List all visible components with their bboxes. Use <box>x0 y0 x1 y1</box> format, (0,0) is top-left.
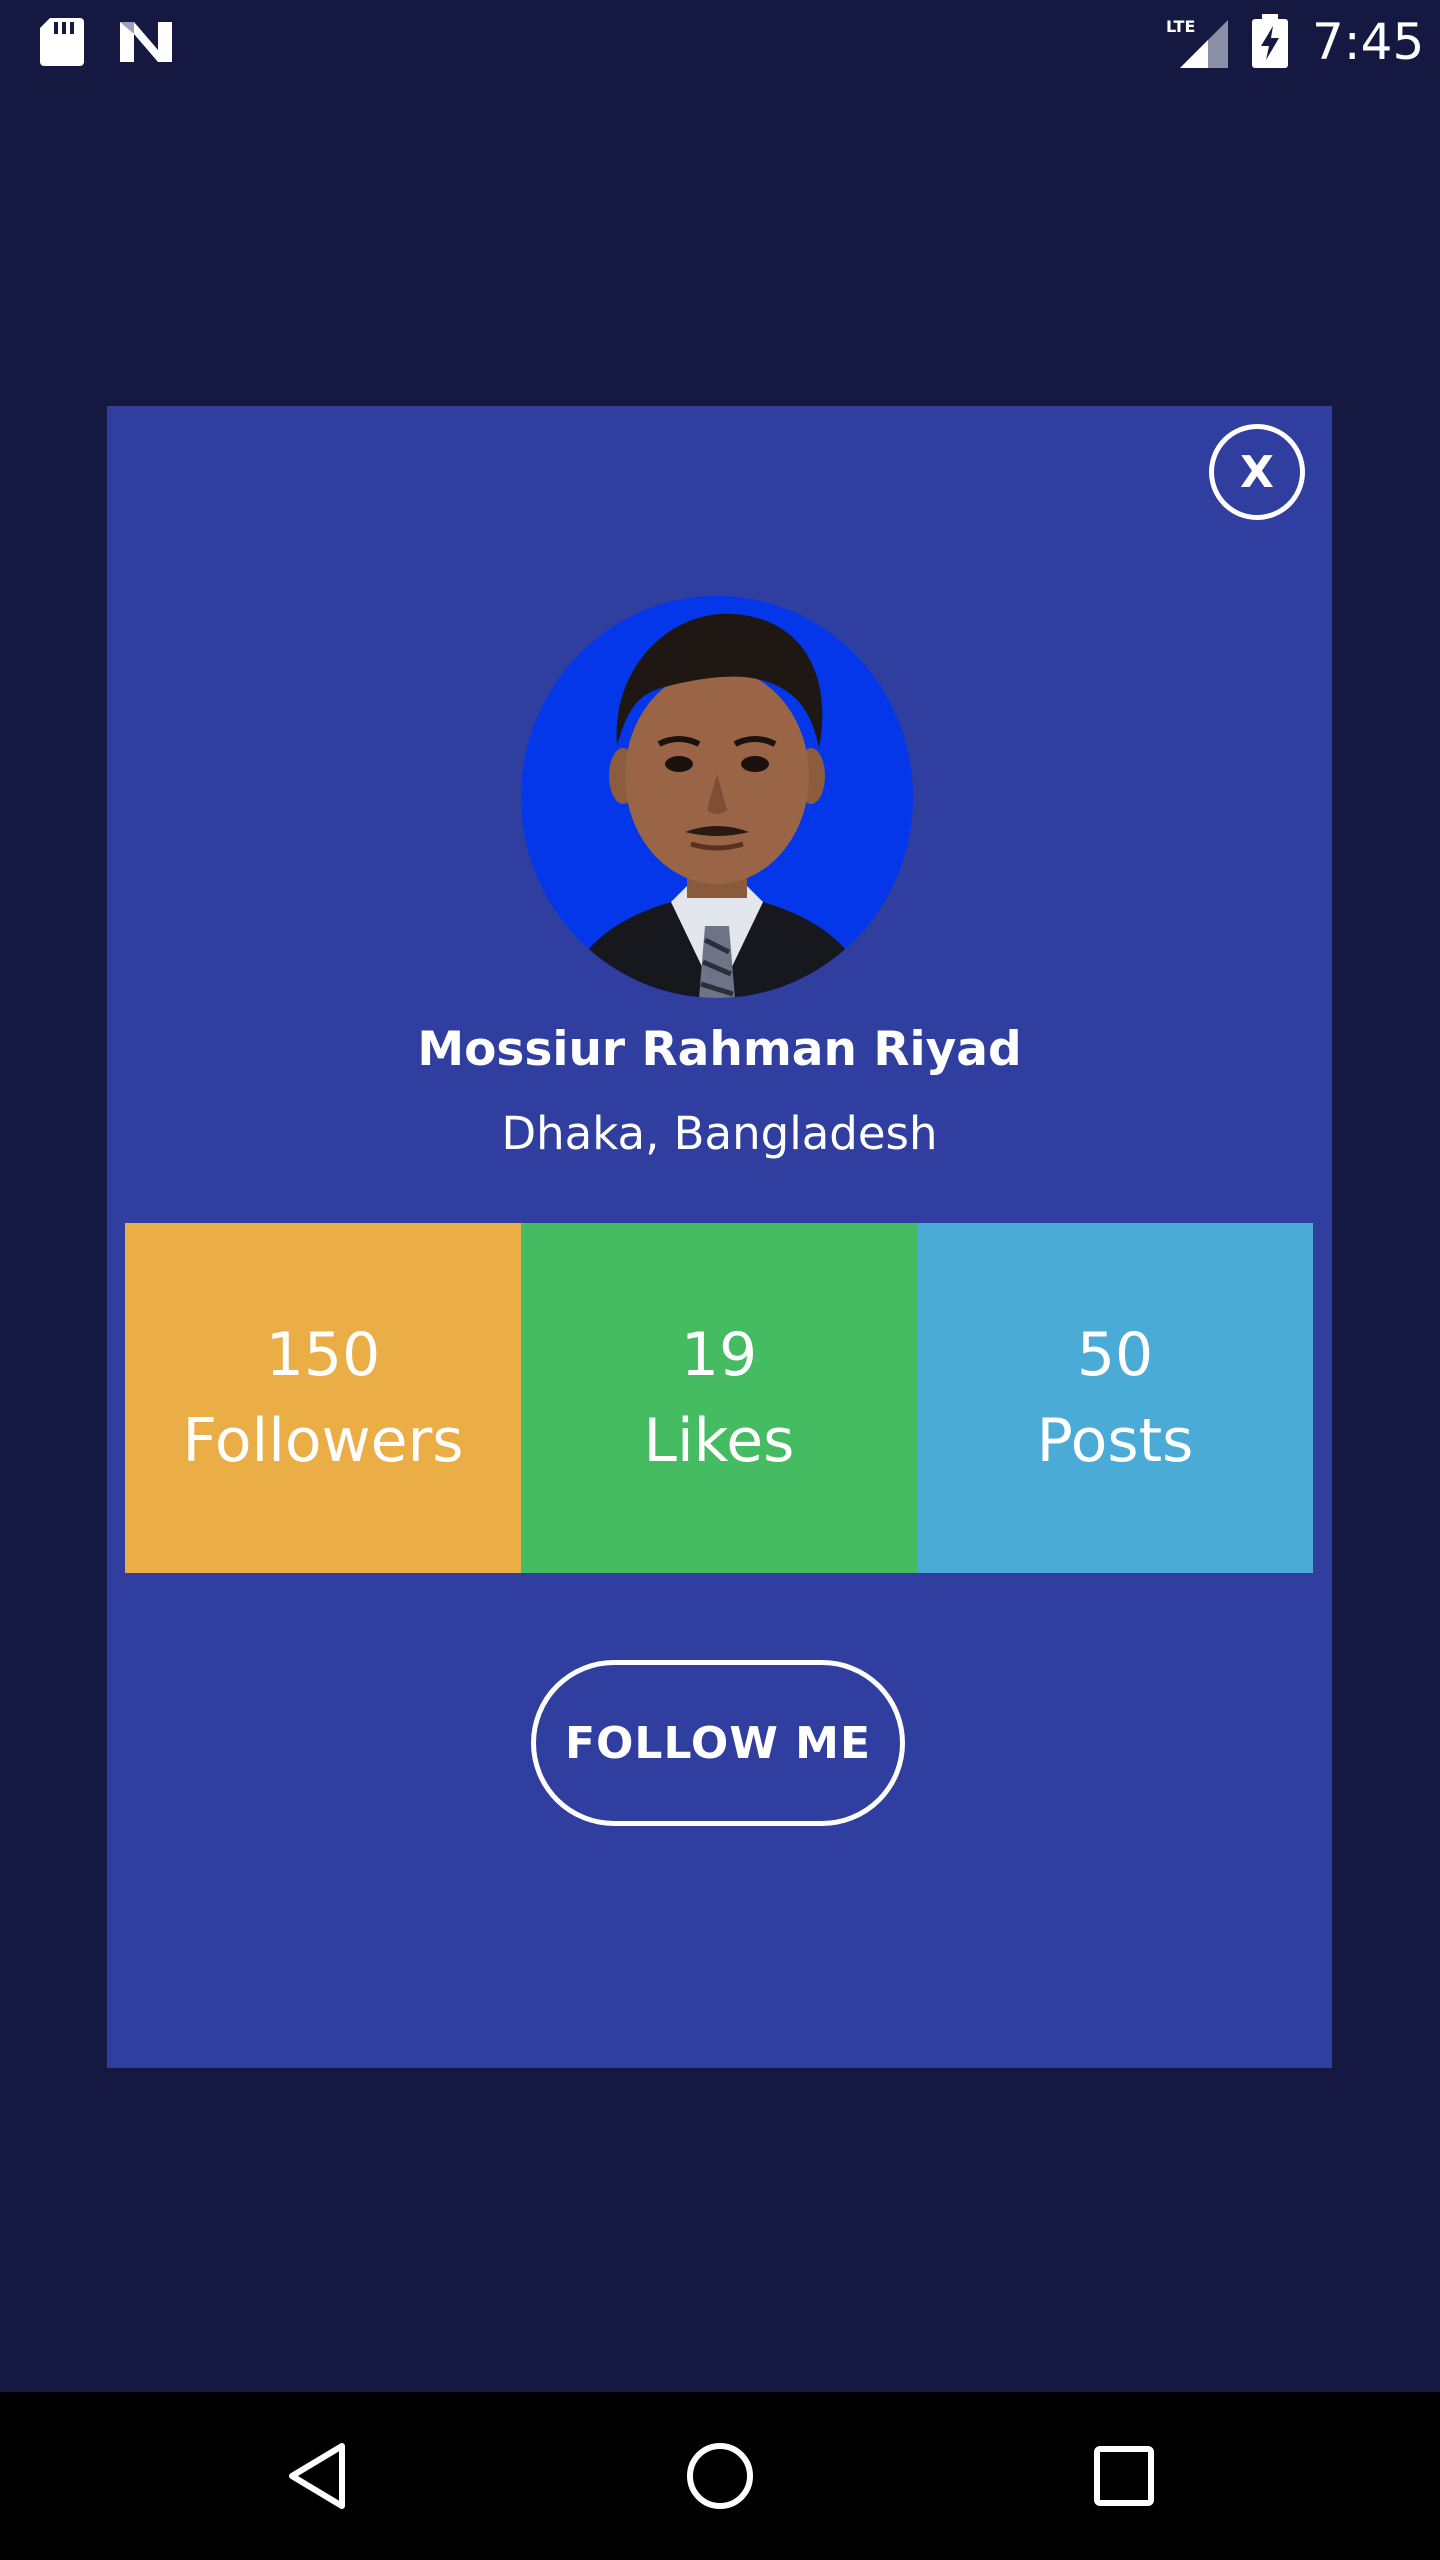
back-icon <box>289 2443 345 2509</box>
nav-recents-button[interactable] <box>1076 2428 1172 2524</box>
stat-likes-label: Likes <box>643 1406 795 1476</box>
follow-button-label: FOLLOW ME <box>564 1717 872 1769</box>
nav-back-button[interactable] <box>270 2428 366 2524</box>
close-button[interactable]: X <box>1209 424 1305 520</box>
stat-followers-label: Followers <box>182 1406 464 1476</box>
status-bar: LTE 7:45 <box>0 0 1440 84</box>
battery-charging-icon <box>1252 14 1288 68</box>
stat-likes[interactable]: 19 Likes <box>521 1223 917 1573</box>
navigation-bar <box>0 2392 1440 2560</box>
n-logo-icon <box>120 22 172 62</box>
sd-card-icon <box>40 18 84 66</box>
stat-posts[interactable]: 50 Posts <box>917 1223 1313 1573</box>
home-icon <box>687 2443 753 2509</box>
lte-signal-icon: LTE <box>1166 17 1228 68</box>
stat-posts-label: Posts <box>1036 1406 1194 1476</box>
status-clock: 7:45 <box>1312 13 1425 71</box>
screen: LTE 7:45 X Mossiur Rahman Riyad Dhaka, B… <box>0 0 1440 2560</box>
stat-followers-value: 150 <box>265 1320 381 1390</box>
recents-icon <box>1094 2446 1154 2506</box>
follow-button[interactable]: FOLLOW ME <box>531 1660 905 1826</box>
profile-location: Dhaka, Bangladesh <box>501 1107 938 1160</box>
nav-home-button[interactable] <box>672 2428 768 2524</box>
stat-posts-value: 50 <box>1076 1320 1154 1390</box>
profile-name: Mossiur Rahman Riyad <box>417 1022 1022 1077</box>
stat-likes-value: 19 <box>680 1320 758 1390</box>
svg-text:LTE: LTE <box>1166 17 1195 36</box>
close-label: X <box>1240 446 1274 498</box>
avatar-portrait-image <box>521 596 913 998</box>
profile-dialog: X Mossiur Rahman Riyad Dhaka, Bangladesh… <box>107 406 1332 2068</box>
avatar <box>521 596 913 998</box>
stats-row: 150 Followers 19 Likes 50 Posts <box>125 1223 1313 1573</box>
stat-followers[interactable]: 150 Followers <box>125 1223 521 1573</box>
